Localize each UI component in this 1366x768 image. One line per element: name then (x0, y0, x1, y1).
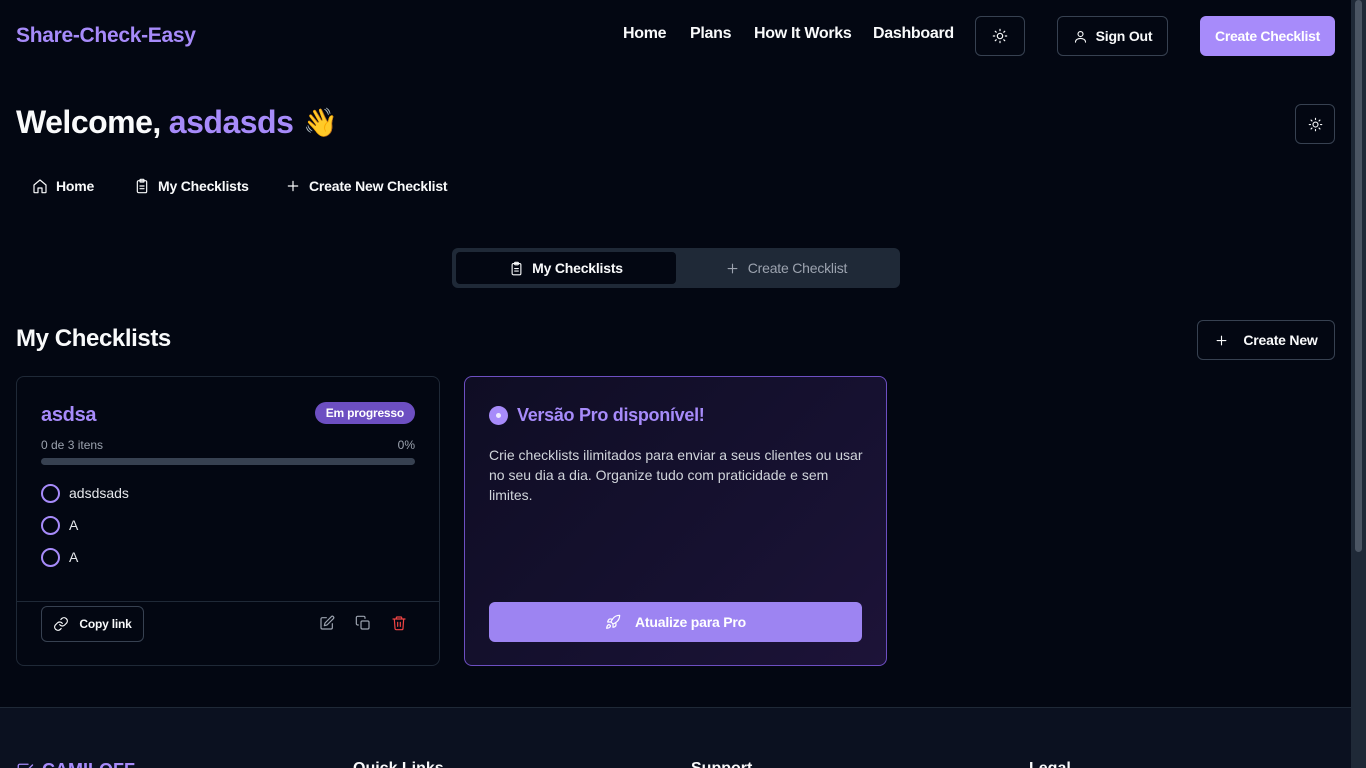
page-title: Welcome, asdasds 👋 (16, 104, 338, 141)
list-item[interactable]: adsdsads (41, 477, 415, 509)
brand-logo[interactable]: Share-Check-Easy (16, 24, 196, 48)
home-icon (33, 179, 47, 194)
subnav-home-label: Home (56, 178, 95, 194)
tab-create-checklist-label: Create Checklist (747, 260, 848, 276)
unchecked-circle-icon[interactable] (41, 483, 60, 503)
edit-icon (320, 615, 335, 630)
upgrade-pro-button[interactable]: Atualize para Pro (489, 602, 862, 642)
sign-out-label: Sign Out (1095, 28, 1153, 44)
list-item[interactable]: A (41, 541, 415, 573)
footer-quick-links-heading: Quick Links (353, 760, 444, 768)
pro-dot-icon (489, 406, 508, 425)
list-item-label: A (69, 517, 79, 533)
progress-bar (41, 458, 415, 465)
sun-icon (1308, 117, 1322, 131)
plus-icon (1216, 335, 1227, 345)
footer-brand[interactable]: CAMILOFF (16, 760, 135, 768)
link-icon (54, 617, 69, 631)
footer: CAMILOFF Quick Links Support Legal (0, 707, 1351, 768)
footer-legal-heading: Legal (1029, 760, 1071, 768)
checklist-title[interactable]: asdsa (41, 404, 97, 427)
edit-button[interactable] (319, 615, 337, 633)
plus-icon (287, 180, 299, 192)
nav-dashboard[interactable]: Dashboard (873, 25, 954, 43)
pro-description: Crie checklists ilimitados para enviar a… (489, 447, 863, 503)
duplicate-button[interactable] (355, 615, 373, 633)
pro-title: Versão Pro disponível! (489, 405, 705, 426)
rocket-icon (606, 614, 621, 629)
sun-icon (992, 28, 1008, 44)
welcome-prefix: Welcome, (16, 104, 161, 140)
checklist-card: asdsa Em progresso 0 de 3 itens 0% adsds… (16, 376, 440, 666)
progress-percent: 0% (397, 438, 415, 452)
username: asdasds (168, 104, 294, 140)
wave-emoji: 👋 (303, 107, 338, 138)
tab-my-checklists[interactable]: My Checklists (456, 252, 676, 284)
subnav-my-checklists-label: My Checklists (158, 178, 249, 194)
status-badge: Em progresso (314, 402, 415, 424)
tab-create-checklist[interactable]: Create Checklist (676, 252, 896, 284)
create-checklist-button[interactable]: Create Checklist (1200, 16, 1335, 56)
plus-icon (727, 263, 738, 273)
pro-title-label: Versão Pro disponível! (517, 405, 705, 425)
trash-icon (392, 616, 406, 631)
delete-button[interactable] (391, 615, 409, 633)
checklist-tabs: My Checklists Create Checklist (452, 248, 900, 288)
pro-upgrade-card: Versão Pro disponível! Crie checklists i… (464, 376, 887, 666)
clipboard-icon (511, 261, 522, 275)
unchecked-circle-icon[interactable] (41, 515, 60, 535)
nav-home[interactable]: Home (623, 25, 667, 43)
theme-toggle-button[interactable] (975, 16, 1025, 56)
tab-my-checklists-label: My Checklists (532, 260, 623, 276)
list-item[interactable]: A (41, 509, 415, 541)
list-item-label: A (69, 549, 79, 565)
progress-count: 0 de 3 itens (41, 438, 104, 452)
sign-out-button[interactable]: Sign Out (1057, 16, 1168, 56)
subnav-my-checklists[interactable]: My Checklists (134, 178, 249, 194)
copy-link-button[interactable]: Copy link (41, 606, 144, 642)
nav-plans[interactable]: Plans (690, 25, 732, 43)
footer-brand-label: CAMILOFF (42, 760, 135, 768)
checkbox-icon (17, 763, 34, 768)
copy-icon (355, 615, 370, 630)
subnav-home[interactable]: Home (32, 178, 94, 194)
upgrade-pro-label: Atualize para Pro (635, 614, 746, 630)
create-new-label: Create New (1243, 332, 1318, 348)
create-new-button[interactable]: Create New (1197, 320, 1335, 360)
checklist-items: adsdsads A A (41, 477, 415, 573)
subnav-create-new-label: Create New Checklist (309, 178, 448, 194)
unchecked-circle-icon[interactable] (41, 547, 60, 567)
copy-link-label: Copy link (79, 617, 132, 631)
user-icon (1074, 30, 1086, 43)
top-navbar: Share-Check-Easy Home Plans How It Works… (0, 0, 1351, 72)
scrollbar-thumb[interactable] (1355, 0, 1362, 552)
subnav-create-new-checklist[interactable]: Create New Checklist (285, 178, 448, 194)
footer-support-heading: Support (691, 760, 752, 768)
page-scrollbar[interactable] (1351, 0, 1366, 768)
theme-toggle-secondary-button[interactable] (1295, 104, 1335, 144)
list-item-label: adsdsads (69, 485, 129, 501)
card-divider (17, 601, 439, 602)
nav-how-it-works[interactable]: How It Works (754, 25, 852, 43)
section-title: My Checklists (16, 325, 171, 352)
clipboard-icon (136, 178, 148, 194)
